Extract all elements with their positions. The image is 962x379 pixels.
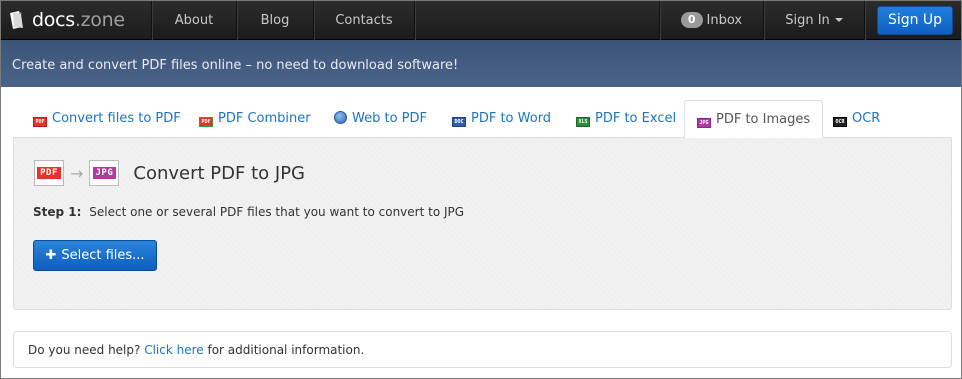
converter-header: PDF → JPG Convert PDF to JPG	[34, 160, 305, 186]
tab-label: PDF to Excel	[595, 111, 677, 126]
jpg-file-icon: JPG	[697, 118, 711, 128]
plus-icon: ✚	[45, 248, 57, 263]
help-prefix: Do you need help?	[28, 343, 141, 357]
pdf-format-label: PDF	[37, 167, 61, 179]
tab-web-to-pdf[interactable]: Web to PDF	[334, 100, 427, 138]
doc-file-icon: DOC	[452, 117, 466, 127]
ocr-file-icon: OCR	[833, 117, 847, 127]
inbox-count-badge: 0	[680, 12, 703, 28]
tab-label: Web to PDF	[352, 111, 427, 126]
pdf-format-icon: PDF	[34, 160, 64, 186]
inbox-label: Inbox	[706, 13, 743, 28]
tab-label: PDF to Images	[716, 112, 811, 127]
tab-pdf-combiner[interactable]: PDF PDF Combiner	[199, 100, 311, 138]
help-box: Do you need help? Click here for additio…	[13, 331, 952, 368]
help-link[interactable]: Click here	[144, 343, 203, 357]
tab-pdf-to-word[interactable]: DOC PDF to Word	[452, 100, 551, 138]
document-logo-icon	[8, 10, 26, 30]
nav-contacts-link[interactable]: Contacts	[314, 1, 414, 40]
caret-down-icon	[834, 18, 843, 22]
jpg-format-label: JPG	[92, 167, 117, 179]
help-suffix: for additional information.	[207, 343, 365, 357]
tab-label: PDF to Word	[471, 111, 552, 126]
converter-panel: PDF → JPG Convert PDF to JPG Step 1: Sel…	[13, 138, 952, 310]
tab-label: OCR	[852, 111, 881, 126]
tagline-banner: Create and convert PDF files online – no…	[1, 40, 961, 87]
sign-in-label: Sign In	[785, 13, 830, 28]
nav-inbox-link[interactable]: 0 Inbox	[660, 1, 763, 40]
nav-divider	[864, 1, 865, 40]
tab-label: PDF Combiner	[218, 111, 311, 126]
nav-about-link[interactable]: About	[152, 1, 236, 40]
converter-tabs: PDF Convert files to PDF PDF PDF Combiner …	[13, 100, 951, 139]
tab-pdf-to-images[interactable]: JPG PDF to Images	[684, 100, 824, 139]
xls-file-icon: XLS	[576, 117, 590, 127]
tab-label: Convert files to PDF	[52, 111, 181, 126]
brand-suffix: .zone	[74, 9, 125, 31]
globe-icon	[334, 111, 347, 124]
tab-convert-files-to-pdf[interactable]: PDF Convert files to PDF	[33, 100, 181, 138]
tab-pdf-to-excel[interactable]: XLS PDF to Excel	[576, 100, 676, 138]
jpg-format-icon: JPG	[89, 160, 120, 186]
top-navbar: docs .zone About Blog Contacts 0 Inbox Sig…	[1, 1, 961, 40]
brand-logo[interactable]: docs .zone	[8, 8, 125, 32]
tagline-text: Create and convert PDF files online – no…	[12, 58, 459, 73]
tab-ocr[interactable]: OCR OCR	[833, 100, 880, 138]
pdf-file-icon: PDF	[33, 117, 47, 127]
arrow-right-icon: →	[70, 163, 84, 183]
browser-frame: docs .zone About Blog Contacts 0 Inbox Sig…	[0, 0, 962, 379]
pdf-combine-icon: PDF	[199, 117, 213, 127]
step-label: Step 1:	[33, 205, 82, 219]
converter-title: Convert PDF to JPG	[133, 162, 305, 184]
step-instruction: Step 1: Select one or several PDF files …	[33, 205, 464, 219]
step-text: Select one or several PDF files that you…	[89, 205, 465, 219]
sign-up-button[interactable]: Sign Up	[877, 6, 953, 35]
brand-name: docs	[32, 9, 75, 31]
nav-divider	[414, 1, 415, 40]
select-files-label: Select files...	[61, 248, 145, 263]
sign-in-dropdown[interactable]: Sign In	[764, 1, 864, 40]
select-files-button[interactable]: ✚ Select files...	[33, 240, 157, 271]
nav-blog-link[interactable]: Blog	[237, 1, 313, 40]
